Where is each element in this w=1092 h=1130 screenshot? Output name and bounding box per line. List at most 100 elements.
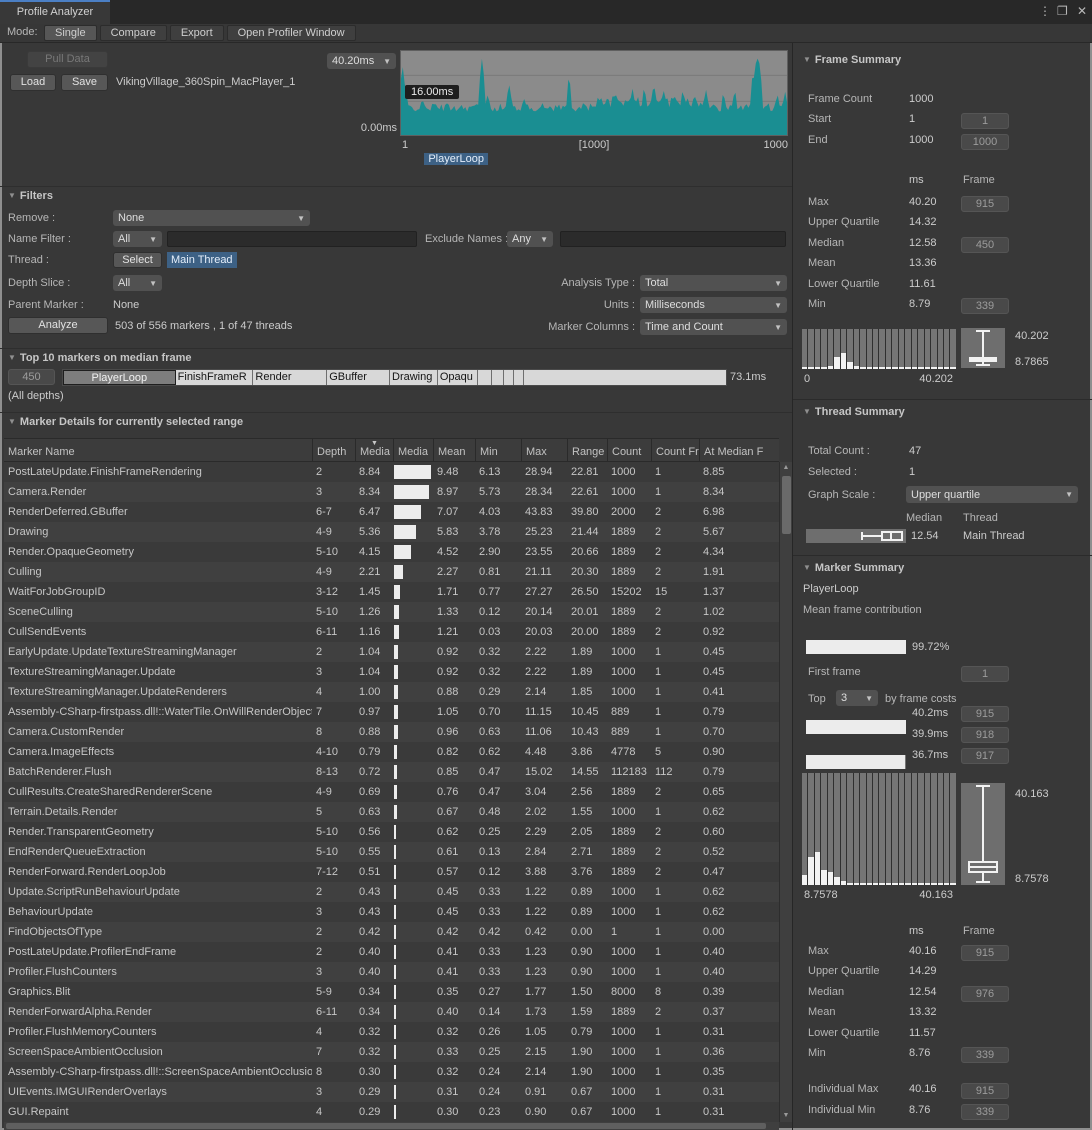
table-row[interactable]: TextureStreamingManager.UpdateRenderers4… [4, 682, 779, 702]
table-row[interactable]: CullResults.CreateSharedRendererScene4-9… [4, 782, 779, 802]
marker-summary-header[interactable]: ▼Marker Summary [803, 562, 904, 574]
top10-segment[interactable] [524, 370, 726, 385]
table-vertical-scrollbar[interactable]: ▲ ▼ [779, 462, 792, 1122]
thread-select-button[interactable]: Select [113, 252, 162, 268]
table-row[interactable]: WaitForJobGroupID3-121.451.710.7727.2726… [4, 582, 779, 602]
top10-segment[interactable] [478, 370, 492, 385]
frame-summary-header[interactable]: ▼Frame Summary [803, 54, 901, 66]
column-header-at-median-f[interactable]: At Median F [699, 439, 774, 461]
name-filter-input[interactable] [167, 231, 417, 247]
goto-frame-button[interactable]: 915 [961, 196, 1009, 212]
top10-segment-render[interactable]: Render [253, 370, 327, 385]
table-row[interactable]: Render.TransparentGeometry5-100.560.620.… [4, 822, 779, 842]
goto-frame-button[interactable]: 450 [961, 237, 1009, 253]
table-row[interactable]: PostLateUpdate.ProfilerEndFrame20.400.41… [4, 942, 779, 962]
table-row[interactable]: Render.OpaqueGeometry5-104.154.522.9023.… [4, 542, 779, 562]
table-row[interactable]: Profiler.FlushMemoryCounters40.320.320.2… [4, 1022, 779, 1042]
table-horizontal-scrollbar[interactable] [4, 1122, 779, 1130]
top-n-dropdown[interactable]: 3▼ [836, 690, 878, 706]
first-frame-button[interactable]: 1 [961, 666, 1009, 682]
maximize-icon[interactable]: ❐ [1057, 4, 1068, 18]
table-row[interactable]: PostLateUpdate.FinishFrameRendering28.84… [4, 462, 779, 482]
top10-segment[interactable] [492, 370, 504, 385]
start-frame-button[interactable]: 1 [961, 113, 1009, 129]
table-row[interactable]: Assembly-CSharp-firstpass.dll!::ScreenSp… [4, 1062, 779, 1082]
exclude-mode-dropdown[interactable]: Any▼ [507, 231, 553, 247]
scroll-up-icon[interactable]: ▲ [780, 462, 792, 474]
pull-data-button[interactable]: Pull Data [27, 51, 108, 68]
table-row[interactable]: ScreenSpaceAmbientOcclusion70.320.330.25… [4, 1042, 779, 1062]
column-header-marker-name[interactable]: Marker Name [4, 439, 312, 461]
marker-details-header[interactable]: ▼Marker Details for currently selected r… [8, 416, 243, 428]
analysis-type-dropdown[interactable]: Total▼ [640, 275, 787, 291]
save-button[interactable]: Save [61, 74, 108, 91]
end-frame-button[interactable]: 1000 [961, 134, 1009, 150]
column-header-min[interactable]: Min [475, 439, 521, 461]
table-row[interactable]: CullSendEvents6-111.161.210.0320.0320.00… [4, 622, 779, 642]
column-header-media[interactable]: Media▼ [355, 439, 393, 461]
name-filter-mode-dropdown[interactable]: All▼ [113, 231, 162, 247]
table-row[interactable]: BehaviourUpdate30.430.450.331.220.891000… [4, 902, 779, 922]
table-row[interactable]: FindObjectsOfType20.420.420.420.420.0011… [4, 922, 779, 942]
mode-button-single[interactable]: Single [44, 25, 97, 41]
table-row[interactable]: UIEvents.IMGUIRenderOverlays30.290.310.2… [4, 1082, 779, 1102]
table-row[interactable]: Drawing4-95.365.833.7825.2321.44188925.6… [4, 522, 779, 542]
top10-segment-playerloop[interactable]: PlayerLoop [63, 370, 176, 385]
table-row[interactable]: Assembly-CSharp-firstpass.dll!::WaterTil… [4, 702, 779, 722]
top10-segment[interactable] [514, 370, 524, 385]
marker-columns-dropdown[interactable]: Time and Count▼ [640, 319, 787, 335]
graph-scale-dropdown[interactable]: Upper quartile▼ [906, 486, 1078, 503]
goto-frame-button[interactable]: 915 [961, 706, 1009, 722]
units-dropdown[interactable]: Milliseconds▼ [640, 297, 787, 313]
top10-segment-drawing[interactable]: Drawing [390, 370, 438, 385]
remove-dropdown[interactable]: None▼ [113, 210, 310, 226]
top10-segment-opaqu[interactable]: Opaqu [438, 370, 478, 385]
timeline-scale-dropdown[interactable]: 40.20ms▼ [327, 53, 396, 69]
table-row[interactable]: RenderDeferred.GBuffer6-76.477.074.0343.… [4, 502, 779, 522]
column-header-depth[interactable]: Depth [312, 439, 355, 461]
tab-profile-analyzer[interactable]: Profile Analyzer [0, 0, 110, 24]
mode-button-open-profiler-window[interactable]: Open Profiler Window [227, 25, 356, 41]
close-icon[interactable]: ✕ [1077, 4, 1087, 18]
top10-segment[interactable] [504, 370, 514, 385]
goto-frame-button[interactable]: 339 [961, 298, 1009, 314]
top10-frame-badge[interactable]: 450 [8, 369, 55, 385]
goto-frame-button[interactable]: 339 [961, 1104, 1009, 1120]
load-button[interactable]: Load [10, 74, 56, 91]
goto-frame-button[interactable]: 339 [961, 1047, 1009, 1063]
table-row[interactable]: Camera.CustomRender80.880.960.6311.0610.… [4, 722, 779, 742]
depth-slice-dropdown[interactable]: All▼ [113, 275, 162, 291]
filters-header[interactable]: ▼Filters [8, 190, 53, 202]
table-row[interactable]: Camera.Render38.348.975.7328.3422.611000… [4, 482, 779, 502]
goto-frame-button[interactable]: 917 [961, 748, 1009, 764]
column-header-count[interactable]: Count [607, 439, 651, 461]
table-row[interactable]: Culling4-92.212.270.8121.1120.30188921.9… [4, 562, 779, 582]
table-row[interactable]: Update.ScriptRunBehaviourUpdate20.430.45… [4, 882, 779, 902]
column-header-range[interactable]: Range [567, 439, 607, 461]
mode-button-compare[interactable]: Compare [100, 25, 167, 41]
scroll-down-icon[interactable]: ▼ [780, 1110, 792, 1122]
goto-frame-button[interactable]: 915 [961, 1083, 1009, 1099]
table-row[interactable]: RenderForwardAlpha.Render6-110.340.400.1… [4, 1002, 779, 1022]
mode-button-export[interactable]: Export [170, 25, 224, 41]
top10-header[interactable]: ▼Top 10 markers on median frame [8, 352, 192, 364]
column-header-media[interactable]: Media [393, 439, 433, 461]
goto-frame-button[interactable]: 918 [961, 727, 1009, 743]
scrollbar-thumb[interactable] [6, 1123, 766, 1129]
column-header-max[interactable]: Max [521, 439, 567, 461]
table-row[interactable]: Camera.ImageEffects4-100.790.820.624.483… [4, 742, 779, 762]
column-header-mean[interactable]: Mean [433, 439, 475, 461]
table-row[interactable]: EndRenderQueueExtraction5-100.550.610.13… [4, 842, 779, 862]
analyze-button[interactable]: Analyze [8, 317, 108, 334]
table-row[interactable]: Terrain.Details.Render50.630.670.482.021… [4, 802, 779, 822]
goto-frame-button[interactable]: 976 [961, 986, 1009, 1002]
column-header-count-fra[interactable]: Count Fra [651, 439, 699, 461]
timeline-selected-marker-label[interactable]: PlayerLoop [424, 153, 488, 165]
table-row[interactable]: TextureStreamingManager.Update31.040.920… [4, 662, 779, 682]
kebab-menu-icon[interactable]: ⋮ [1039, 4, 1051, 18]
goto-frame-button[interactable]: 915 [961, 945, 1009, 961]
top10-segment-finishframer[interactable]: FinishFrameR [176, 370, 254, 385]
table-row[interactable]: Profiler.FlushCounters30.400.410.331.230… [4, 962, 779, 982]
thread-summary-header[interactable]: ▼Thread Summary [803, 406, 905, 418]
table-row[interactable]: RenderForward.RenderLoopJob7-120.510.570… [4, 862, 779, 882]
